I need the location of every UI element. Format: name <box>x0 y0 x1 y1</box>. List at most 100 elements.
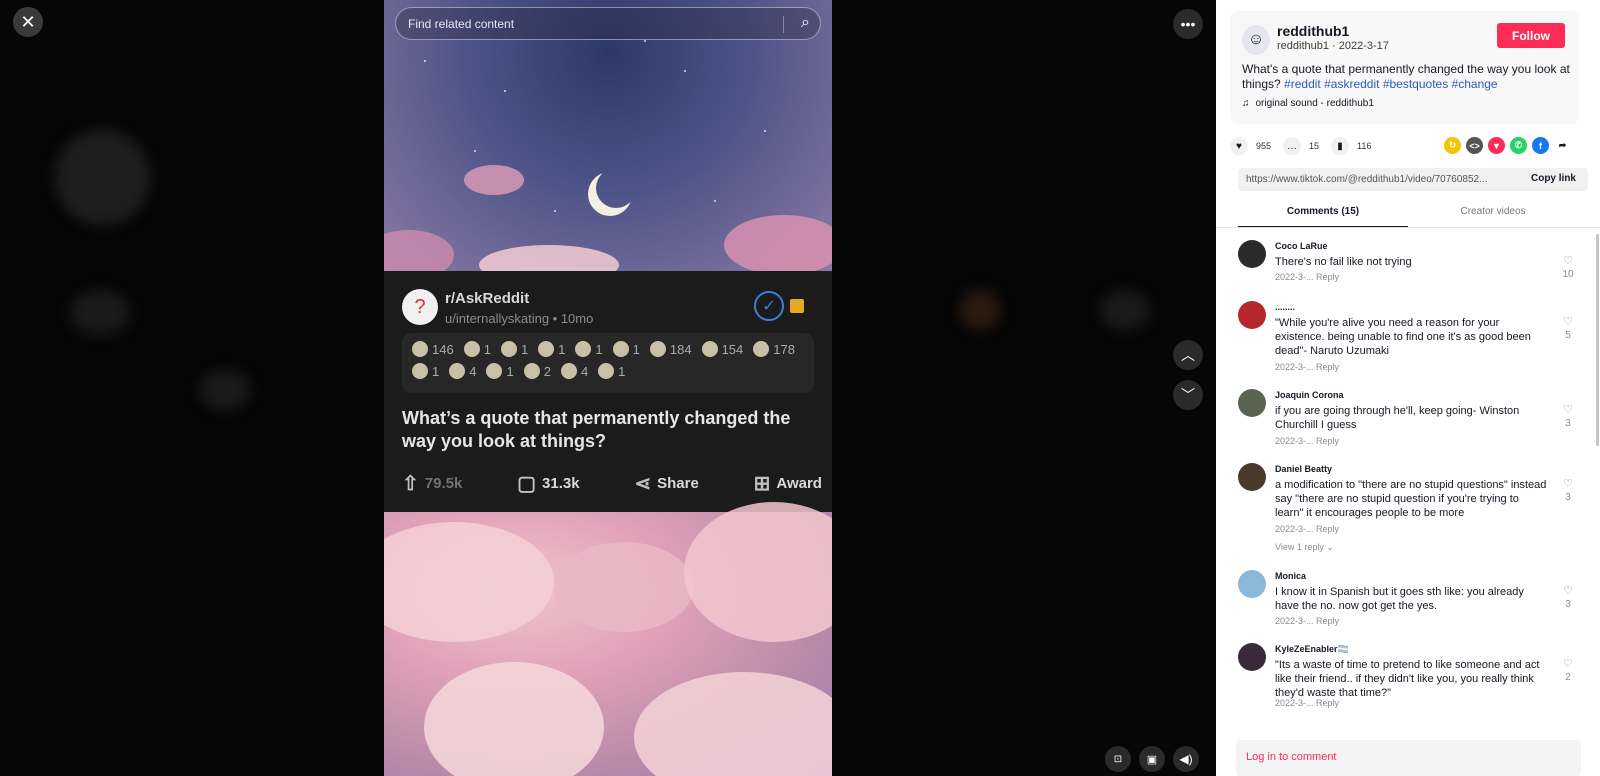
award-count: 1 <box>432 363 440 379</box>
captions-button[interactable]: ⊡ <box>1105 746 1131 772</box>
avatar[interactable] <box>1238 463 1266 491</box>
search-icon[interactable]: ⌕ <box>801 14 810 32</box>
login-to-comment-button[interactable]: Log in to comment <box>1236 740 1581 776</box>
award-item: 1 <box>412 363 439 379</box>
heart-outline-icon: ♡ <box>1563 478 1573 490</box>
hashtag-link[interactable]: #bestquotes <box>1383 77 1448 91</box>
background-blur-shape <box>55 130 150 225</box>
award-item: 1 <box>598 363 625 379</box>
video-url: https://www.tiktok.com/@reddithub1/video… <box>1246 174 1488 185</box>
divider <box>1216 227 1600 228</box>
comment-meta[interactable]: 2022-3-... Reply <box>1275 272 1339 282</box>
archive-icon <box>790 299 804 313</box>
pip-icon: ▣ <box>1146 753 1158 766</box>
embed-icon[interactable]: <> <box>1466 137 1483 154</box>
save-button[interactable]: ▮ 116 <box>1331 137 1371 155</box>
comment-meta[interactable]: 2022-3-... Reply <box>1275 616 1339 626</box>
comment-author[interactable]: Coco LaRue <box>1275 241 1328 251</box>
send-icon[interactable]: ▼ <box>1488 137 1505 154</box>
hashtag-link[interactable]: #askreddit <box>1324 77 1379 91</box>
checkmark-icon: ✓ <box>754 291 784 321</box>
tab-comments[interactable]: Comments (15) <box>1238 200 1408 228</box>
comment-author[interactable]: Joaquin Corona <box>1275 390 1344 400</box>
follow-button[interactable]: Follow <box>1497 23 1565 48</box>
comment-meta[interactable]: 2022-3-... Reply <box>1275 362 1339 372</box>
engagement-stats: ♥ 955 … 15 ▮ 116 <box>1230 136 1371 156</box>
like-count: 955 <box>1256 141 1272 151</box>
heart-outline-icon: ♡ <box>1563 585 1573 597</box>
avatar[interactable] <box>1238 240 1266 268</box>
comment-like-button[interactable]: ♡ 3 <box>1558 584 1578 610</box>
avatar[interactable]: ☺ <box>1242 25 1270 55</box>
award-count: 4 <box>580 363 589 379</box>
chevron-down-icon: ﹀ <box>1181 387 1195 403</box>
captions-icon: ⊡ <box>1113 753 1123 765</box>
heart-outline-icon: ♡ <box>1563 658 1573 670</box>
comment-like-button[interactable]: ♡ 10 <box>1558 254 1578 280</box>
comment-like-button[interactable]: ♡ 5 <box>1558 315 1578 341</box>
like-button[interactable]: ♥ 955 <box>1230 137 1271 155</box>
award-icon <box>649 341 666 357</box>
close-button[interactable]: ✕ <box>13 7 43 37</box>
hashtag-list: #reddit #askreddit #bestquotes #change <box>1284 77 1498 91</box>
video-player[interactable]: ? r/AskReddit u/internallyskating • 10mo… <box>384 0 832 776</box>
comment-text: "Its a waste of time to pretend to like … <box>1275 659 1540 699</box>
comment-like-button[interactable]: ♡ 3 <box>1558 403 1578 429</box>
heart-outline-icon: ♡ <box>1563 316 1573 328</box>
search-placeholder: Find related content <box>408 16 515 31</box>
comment-like-button[interactable]: ♡ 2 <box>1558 657 1578 683</box>
panel-tabs: Comments (15) Creator videos <box>1238 200 1578 228</box>
author-card: ☺ reddithub1 reddithub1 · 2022-3-17 Foll… <box>1230 11 1579 124</box>
next-video-button[interactable]: ﹀ <box>1173 380 1203 410</box>
comment-author[interactable]: Daniel Beatty <box>1275 464 1332 474</box>
award-icon <box>612 341 629 357</box>
avatar[interactable] <box>1238 389 1266 417</box>
comment-meta[interactable]: 2022-3-... Reply <box>1275 436 1339 446</box>
comment-author[interactable]: KyleZeEnabler🏳️‍⚧️ <box>1275 644 1349 655</box>
award-count: 154 <box>721 341 744 357</box>
sound-link[interactable]: ♫ original sound - reddithub1 <box>1242 98 1374 109</box>
background-blur-shape <box>70 290 130 335</box>
whatsapp-icon[interactable]: ✆ <box>1510 137 1527 154</box>
comment-author[interactable]: Monica <box>1275 571 1306 581</box>
award-icon <box>523 363 540 379</box>
avatar[interactable] <box>1238 570 1266 598</box>
award-item: 1 <box>538 341 565 357</box>
award-count: 2 <box>543 363 551 379</box>
hashtag-link[interactable]: #reddit <box>1284 77 1321 91</box>
award-item: 1 <box>486 363 514 379</box>
share-arrow-icon[interactable]: ➦ <box>1554 137 1571 154</box>
avatar[interactable] <box>1238 643 1266 671</box>
award-icon <box>412 363 428 379</box>
volume-button[interactable]: ◀) <box>1173 746 1199 772</box>
facebook-icon[interactable]: f <box>1532 137 1549 154</box>
comment-like-count: 3 <box>1565 418 1571 429</box>
award-count: 1 <box>632 341 640 357</box>
comment-meta[interactable]: 2022-3-... Reply <box>1275 698 1339 708</box>
repost-icon[interactable]: ↻ <box>1444 137 1461 154</box>
award-count: 4 <box>469 363 477 379</box>
comment-like-button[interactable]: ♡ 3 <box>1558 477 1578 503</box>
avatar[interactable] <box>1238 301 1266 329</box>
previous-video-button[interactable]: ︿ <box>1173 340 1203 370</box>
hashtag-link[interactable]: #change <box>1452 77 1498 91</box>
comment-author[interactable]: ........ <box>1275 302 1295 312</box>
award-item: 178 <box>753 341 795 357</box>
background-blur-shape <box>960 290 1000 330</box>
author-name[interactable]: reddithub1 <box>1277 23 1349 39</box>
comment-meta[interactable]: 2022-3-... Reply <box>1275 524 1339 534</box>
tab-creator-videos[interactable]: Creator videos <box>1408 200 1578 228</box>
video-link-field[interactable]: https://www.tiktok.com/@reddithub1/video… <box>1238 168 1588 191</box>
search-input[interactable]: Find related content ⌕ <box>395 7 821 40</box>
award-icon <box>449 363 466 379</box>
view-replies-button[interactable]: View 1 reply ⌄ <box>1275 542 1334 553</box>
comment-button[interactable]: … 15 <box>1283 137 1319 155</box>
scrollbar[interactable] <box>1596 234 1599 446</box>
copy-link-button[interactable]: Copy link <box>1531 173 1576 184</box>
upvote-icon: ⇧ <box>402 473 419 495</box>
picture-in-picture-button[interactable]: ▣ <box>1139 746 1165 772</box>
night-sky-image <box>384 0 832 285</box>
more-options-button[interactable]: ••• <box>1173 9 1203 39</box>
sound-name: original sound - reddithub1 <box>1255 98 1374 109</box>
comment-text: a modification to "there are no stupid q… <box>1275 479 1547 519</box>
